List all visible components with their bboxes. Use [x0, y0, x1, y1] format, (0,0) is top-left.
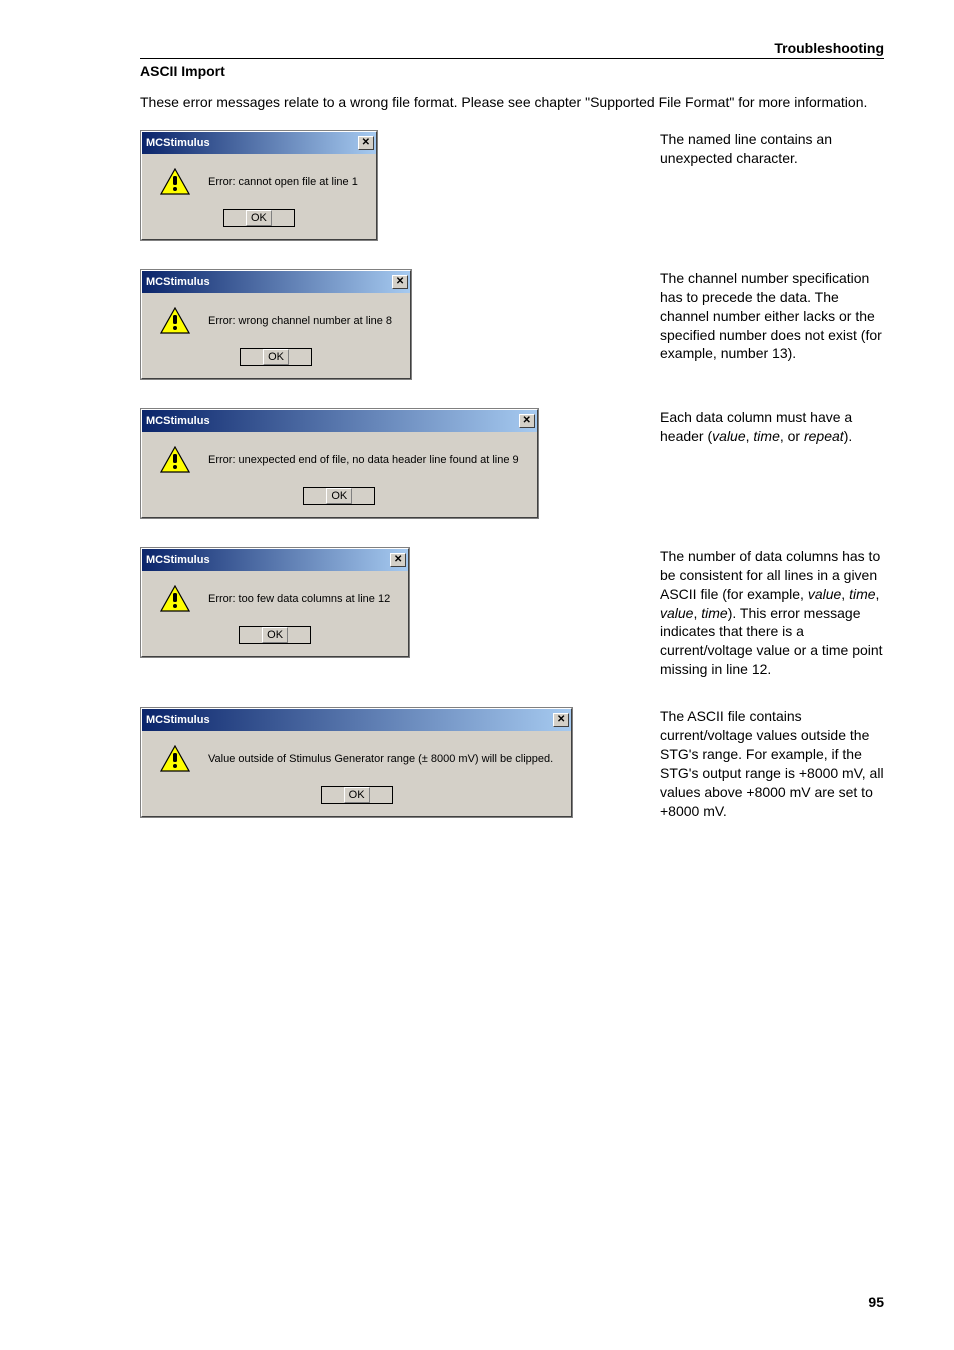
close-icon[interactable]: ✕ [553, 713, 569, 727]
error-description: The ASCII file contains current/voltage … [650, 707, 884, 820]
warning-icon [160, 745, 190, 773]
error-row: MCStimulus ✕ Error: cannot open file at … [140, 130, 884, 241]
close-icon[interactable]: ✕ [390, 553, 406, 567]
close-icon[interactable]: ✕ [392, 275, 408, 289]
error-dialog: MCStimulus ✕ Error: unexpected end of fi… [140, 408, 539, 519]
dialog-titlebar: MCStimulus ✕ [142, 549, 408, 571]
warning-icon [160, 168, 190, 196]
intro-paragraph: These error messages relate to a wrong f… [140, 93, 884, 112]
close-icon[interactable]: ✕ [519, 414, 535, 428]
dialog-titlebar: MCStimulus ✕ [142, 132, 376, 154]
dialog-title: MCStimulus [146, 137, 210, 149]
dialog-title: MCStimulus [146, 714, 210, 726]
error-dialog: MCStimulus ✕ Error: too few data columns… [140, 547, 410, 658]
ok-button[interactable]: OK [223, 209, 295, 227]
dialog-message: Error: cannot open file at line 1 [208, 176, 358, 188]
error-row: MCStimulus ✕ Error: unexpected end of fi… [140, 408, 884, 519]
dialog-title: MCStimulus [146, 415, 210, 427]
page-number: 95 [868, 1294, 884, 1310]
dialog-titlebar: MCStimulus ✕ [142, 709, 571, 731]
dialog-message: Error: too few data columns at line 12 [208, 593, 390, 605]
error-row: MCStimulus ✕ Error: too few data columns… [140, 547, 884, 679]
error-dialog: MCStimulus ✕ Value outside of Stimulus G… [140, 707, 573, 818]
warning-icon [160, 585, 190, 613]
dialog-title: MCStimulus [146, 276, 210, 288]
error-row: MCStimulus ✕ Value outside of Stimulus G… [140, 707, 884, 820]
dialog-titlebar: MCStimulus ✕ [142, 410, 537, 432]
dialog-title: MCStimulus [146, 554, 210, 566]
error-description: Each data column must have a header (val… [650, 408, 884, 446]
ok-button[interactable]: OK [303, 487, 375, 505]
close-icon[interactable]: ✕ [358, 136, 374, 150]
page-header-right: Troubleshooting [140, 40, 884, 56]
error-description: The named line contains an unexpected ch… [650, 130, 884, 168]
dialog-message: Error: unexpected end of file, no data h… [208, 454, 519, 466]
ok-button[interactable]: OK [321, 786, 393, 804]
error-row: MCStimulus ✕ Error: wrong channel number… [140, 269, 884, 380]
warning-icon [160, 446, 190, 474]
error-description: The channel number specification has to … [650, 269, 884, 363]
error-dialog: MCStimulus ✕ Error: cannot open file at … [140, 130, 378, 241]
section-title: ASCII Import [140, 63, 884, 79]
dialog-titlebar: MCStimulus ✕ [142, 271, 410, 293]
dialog-message: Value outside of Stimulus Generator rang… [208, 753, 553, 765]
dialog-message: Error: wrong channel number at line 8 [208, 315, 392, 327]
warning-icon [160, 307, 190, 335]
error-description: The number of data columns has to be con… [650, 547, 884, 679]
ok-button[interactable]: OK [240, 348, 312, 366]
error-dialog: MCStimulus ✕ Error: wrong channel number… [140, 269, 412, 380]
ok-button[interactable]: OK [239, 626, 311, 644]
header-rule [140, 58, 884, 59]
